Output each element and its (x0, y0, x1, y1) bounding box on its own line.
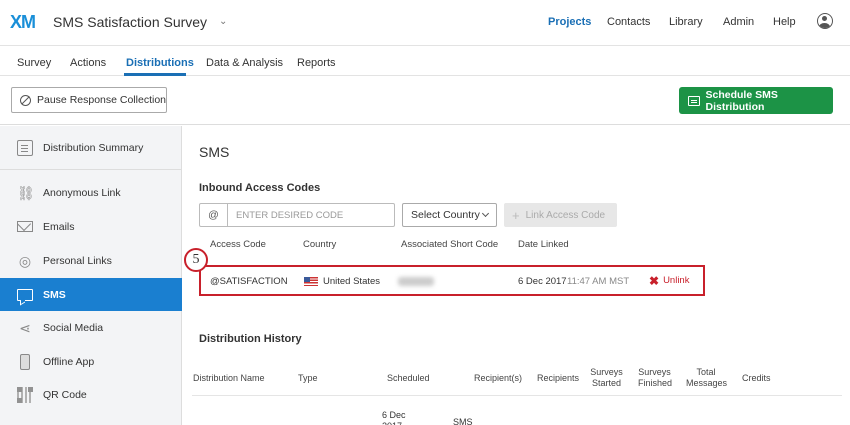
column-header-access-code: Access Code (210, 239, 266, 250)
access-code-input-group: @ (199, 203, 395, 227)
sidebar-item-label: Anonymous Link (43, 186, 121, 199)
sidebar-item-label: Offline App (43, 355, 95, 368)
column-header-short-code: Associated Short Code (401, 239, 499, 250)
sidebar-item-label: QR Code (43, 388, 87, 401)
nav-admin[interactable]: Admin (723, 16, 754, 28)
at-symbol-prefix: @ (200, 204, 228, 226)
sidebar-item-distribution-summary[interactable]: Distribution Summary (0, 131, 182, 164)
pause-response-collection-button[interactable]: Pause Response Collection (11, 87, 167, 113)
column-header-scheduled[interactable]: Scheduled (387, 373, 430, 384)
plus-icon: + (512, 207, 520, 223)
column-header-recipients[interactable]: Recipients (537, 373, 579, 384)
nav-help[interactable]: Help (773, 16, 796, 28)
close-icon: ✖ (649, 273, 660, 288)
access-code-value: @SATISFACTION (210, 276, 288, 287)
sidebar-item-sms[interactable]: SMS (0, 278, 182, 311)
time-linked-value: 11:47 AM MST (567, 276, 630, 287)
column-header-type[interactable]: Type (298, 373, 318, 384)
sidebar-item-qr-code[interactable]: QR Code (0, 378, 182, 411)
sidebar-item-anonymous-link[interactable]: ⛓ Anonymous Link (0, 176, 182, 209)
country-select[interactable]: Select Country (402, 203, 497, 227)
message-icon (17, 288, 33, 301)
history-scheduled-value: 6 Dec 2017 (382, 410, 406, 425)
user-account-icon[interactable] (817, 13, 833, 29)
link-access-code-button[interactable]: + Link Access Code (504, 203, 617, 227)
page-title: SMS (199, 144, 230, 160)
column-header-date-linked: Date Linked (518, 239, 569, 250)
link-icon: ⛓ (17, 184, 35, 201)
sidebar-item-emails[interactable]: Emails (0, 210, 182, 243)
history-table-divider (192, 395, 842, 396)
action-bar: Pause Response Collection Schedule SMS D… (0, 77, 850, 125)
inbound-access-codes-heading: Inbound Access Codes (199, 182, 321, 194)
message-icon (688, 95, 700, 106)
us-flag-icon (304, 277, 318, 286)
project-tabs: Survey Actions Distributions Data & Anal… (0, 46, 850, 76)
tab-reports[interactable]: Reports (297, 57, 336, 69)
xm-logo[interactable]: XM (10, 12, 36, 33)
redacted-short-code (398, 277, 434, 286)
link-button-label: Link Access Code (525, 209, 606, 221)
schedule-button-label: Schedule SMS Distribution (705, 88, 778, 113)
sidebar-item-label: Personal Links (43, 254, 112, 267)
share-icon: ⋖ (19, 319, 31, 336)
access-code-input[interactable] (228, 209, 388, 221)
country-value: United States (323, 276, 381, 287)
active-tab-indicator (124, 73, 186, 76)
nav-library[interactable]: Library (669, 16, 703, 28)
sidebar-item-label: SMS (43, 288, 66, 301)
sidebar-item-label: Distribution Summary (43, 141, 144, 154)
date-linked-value: 6 Dec 2017 (518, 276, 567, 287)
sidebar-divider (0, 169, 182, 170)
qr-icon (17, 386, 33, 403)
survey-title[interactable]: SMS Satisfaction Survey (53, 14, 207, 30)
sidebar-item-social-media[interactable]: ⋖ Social Media (0, 311, 182, 344)
schedule-sms-distribution-button[interactable]: Schedule SMS Distribution (679, 87, 833, 114)
column-header-credits[interactable]: Credits (742, 373, 771, 384)
column-header-total-messages[interactable]: Total Messages (686, 367, 727, 389)
column-header-country: Country (303, 239, 337, 250)
tab-distributions[interactable]: Distributions (126, 57, 194, 69)
top-header: XM SMS Satisfaction Survey ⌄ Projects Co… (0, 0, 850, 46)
column-header-distribution-name[interactable]: Distribution Name (193, 373, 265, 384)
fingerprint-icon: ◎ (18, 252, 32, 269)
sidebar-item-personal-links[interactable]: ◎ Personal Links (0, 244, 182, 277)
pause-button-label: Pause Response Collection (37, 94, 166, 106)
envelope-icon (17, 221, 33, 232)
history-type-value: SMS (453, 417, 473, 425)
sidebar-item-offline-app[interactable]: Offline App (0, 345, 182, 378)
chevron-down-icon (481, 209, 490, 218)
column-header-recipient-list[interactable]: Recipient(s) (474, 373, 522, 384)
column-header-surveys-started[interactable]: Surveys Started (590, 367, 623, 389)
distribution-sidebar: Distribution Summary ⛓ Anonymous Link Em… (0, 126, 182, 425)
column-header-surveys-finished[interactable]: Surveys Finished (638, 367, 672, 389)
nav-projects[interactable]: Projects (548, 16, 591, 28)
chevron-down-icon[interactable]: ⌄ (219, 16, 227, 27)
tab-data-analysis[interactable]: Data & Analysis (206, 57, 283, 69)
list-icon (17, 139, 33, 156)
sidebar-item-label: Emails (43, 220, 75, 233)
unlink-button[interactable]: ✖ Unlink (649, 273, 690, 288)
distribution-history-heading: Distribution History (199, 333, 302, 345)
unlink-label: Unlink (663, 275, 690, 286)
step-number-badge: 5 (184, 248, 208, 272)
tab-actions[interactable]: Actions (70, 57, 106, 69)
pause-circle-icon (20, 94, 31, 106)
phone-icon (20, 353, 30, 370)
nav-contacts[interactable]: Contacts (607, 16, 650, 28)
tab-survey[interactable]: Survey (17, 57, 51, 69)
country-select-label: Select Country (411, 209, 480, 221)
sidebar-item-label: Social Media (43, 321, 104, 334)
